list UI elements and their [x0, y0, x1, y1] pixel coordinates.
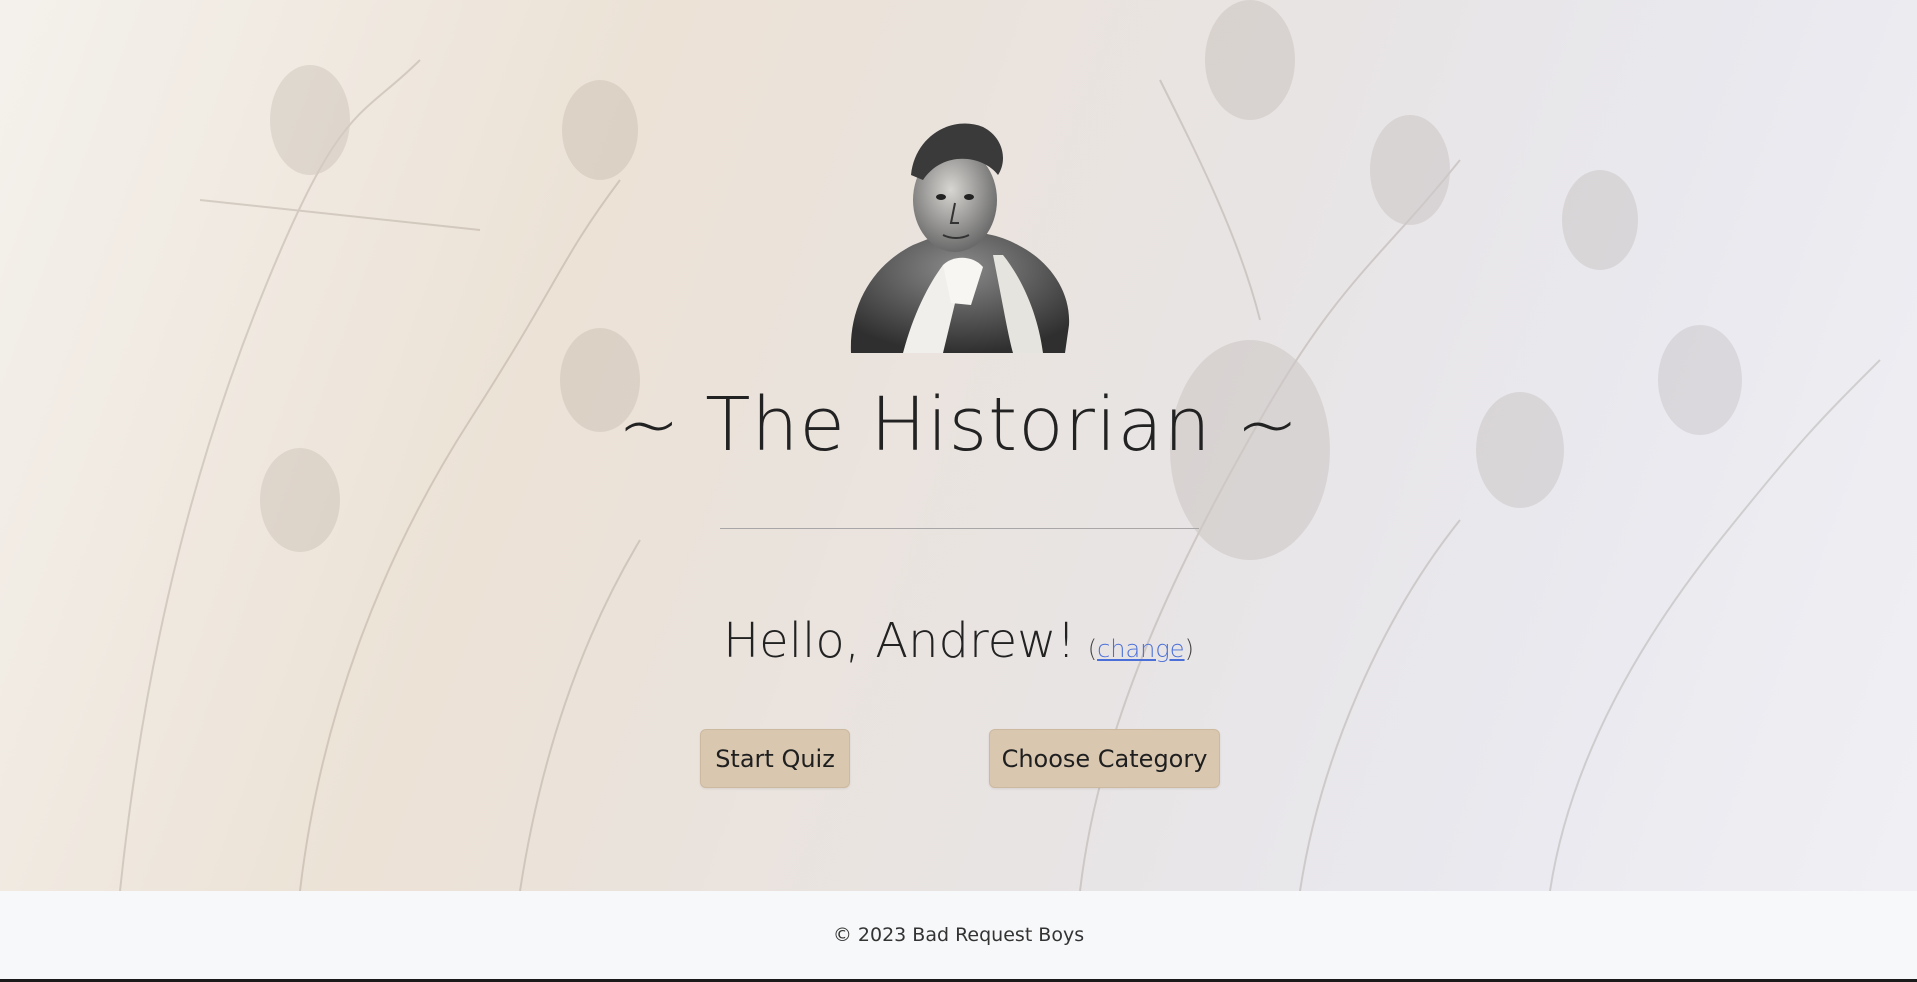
change-name-link[interactable]: change — [1097, 635, 1185, 663]
change-name-wrapper: (change) — [1088, 635, 1194, 663]
greeting: Hello, Andrew! (change) — [0, 610, 1917, 683]
choose-category-button[interactable]: Choose Category — [989, 729, 1220, 788]
greeting-text: Hello, Andrew! — [723, 613, 1076, 669]
footer: © 2023 Bad Request Boys — [0, 891, 1917, 979]
start-quiz-button[interactable]: Start Quiz — [700, 729, 850, 788]
historian-portrait-image — [850, 123, 1070, 353]
change-close-paren: ) — [1184, 635, 1194, 663]
page-title: ~ The Historian ~ — [617, 382, 1300, 468]
change-open-paren: ( — [1087, 635, 1098, 663]
hero-section: ~ The Historian ~ Hello, Andrew! (change)… — [0, 0, 1917, 891]
copyright-text: © 2023 Bad Request Boys — [832, 924, 1085, 946]
title-divider — [720, 528, 1199, 529]
